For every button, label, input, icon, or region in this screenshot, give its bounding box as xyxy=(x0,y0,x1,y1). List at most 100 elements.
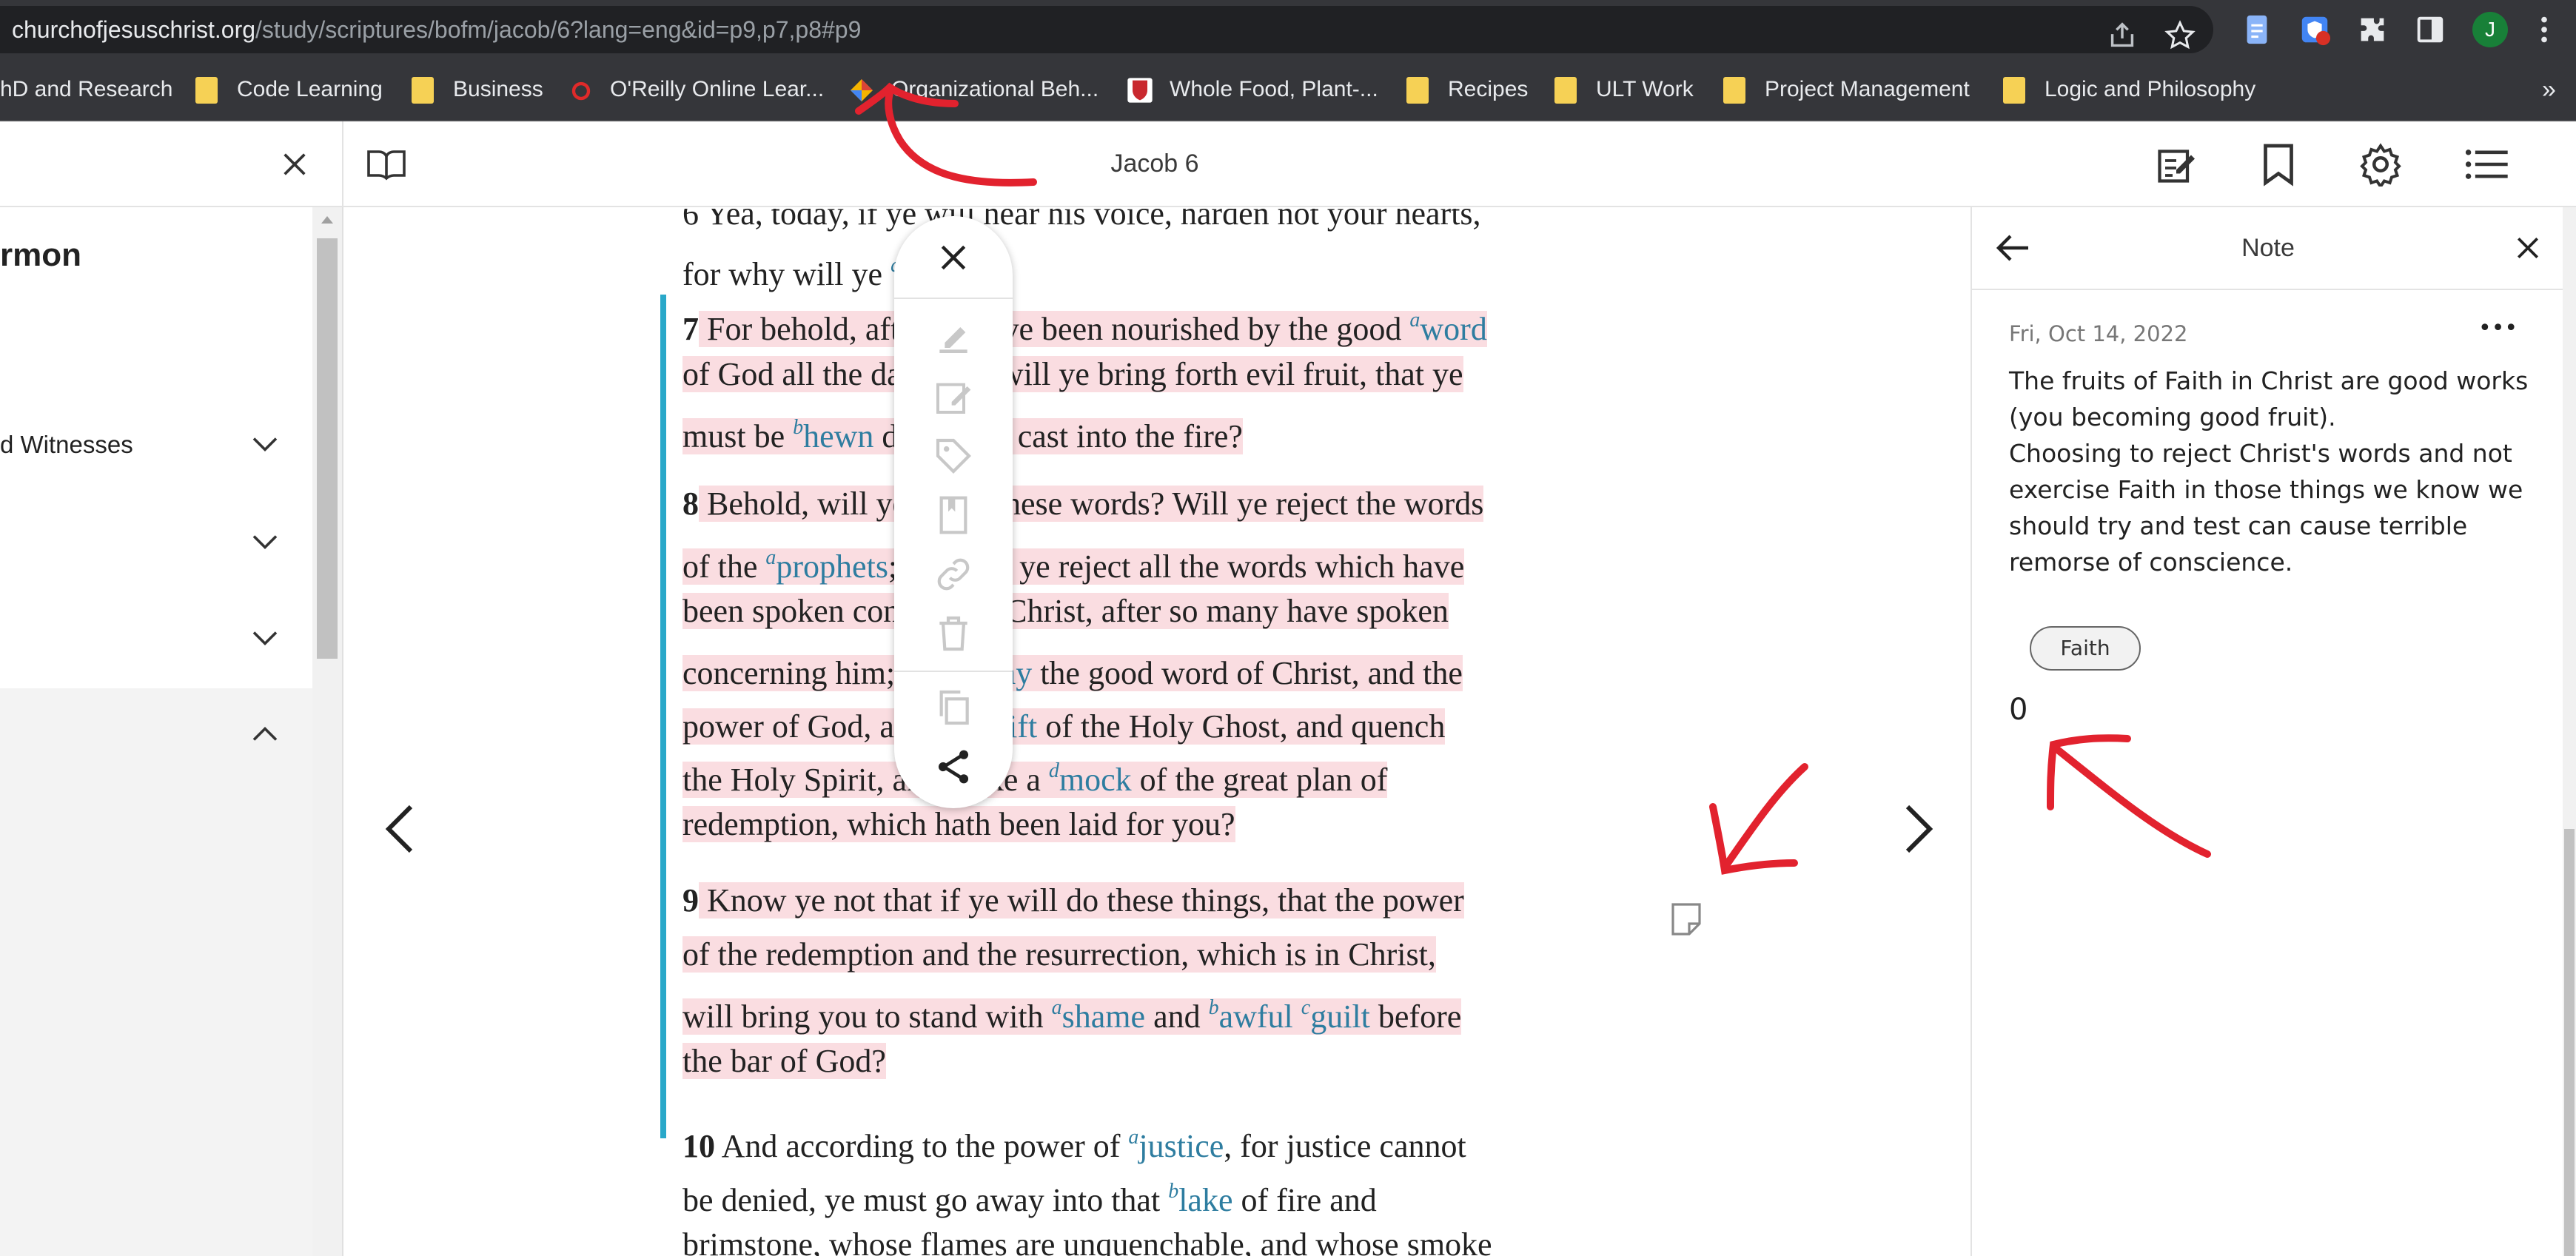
address-bar[interactable]: churchofjesuschrist.org/study/scriptures… xyxy=(0,6,2213,53)
bookmark-project-management[interactable]: Project Management xyxy=(1765,59,1970,120)
verse-number: 7 xyxy=(682,311,699,347)
note-line: exercise Faith in those things we know w… xyxy=(2009,475,2523,504)
bookmark-organizational-behavior[interactable]: Organizational Beh... xyxy=(891,59,1099,120)
footnote-link[interactable]: mock xyxy=(1059,762,1132,798)
shield-extension-icon[interactable] xyxy=(2298,13,2332,47)
note-line: remorse of conscience. xyxy=(2009,548,2293,577)
side-panel-icon[interactable] xyxy=(2413,13,2447,47)
right-scroll-thumb[interactable] xyxy=(2564,829,2575,1256)
list-icon[interactable] xyxy=(2465,147,2509,182)
chevron-down-icon[interactable] xyxy=(252,533,278,551)
verse-9-line-1[interactable]: 9 Know ye not that if ye will do these t… xyxy=(682,873,1464,927)
scroll-thumb[interactable] xyxy=(317,238,338,659)
share-icon[interactable] xyxy=(2105,19,2139,53)
url-text[interactable]: churchofjesuschrist.org/study/scriptures… xyxy=(12,6,861,53)
verse-8-line-3[interactable]: been spoken concerning Christ, after so … xyxy=(682,584,1449,638)
bookmarks-bar: hD and Research Code Learning Business O… xyxy=(0,59,2576,121)
annotation-mark-bar xyxy=(660,295,666,1138)
notebook-icon[interactable] xyxy=(933,494,974,536)
bookmark-business[interactable]: Business xyxy=(453,59,543,120)
note-line: The fruits of Faith in Christ are good w… xyxy=(2009,366,2529,395)
close-icon[interactable] xyxy=(2514,234,2542,262)
verse-line-partial: 6 Yea, today, if ye will hear his voice,… xyxy=(682,207,1481,232)
bookmark-label: Project Management xyxy=(1765,77,1970,101)
bookmark-label: hD and Research xyxy=(0,77,173,101)
annotation-toolbar xyxy=(894,216,1013,808)
verse-9-line-4[interactable]: the bar of God? xyxy=(682,1034,886,1088)
share-icon[interactable] xyxy=(933,746,974,787)
browser-menu-icon[interactable] xyxy=(2527,13,2561,47)
previous-chapter-arrow-icon[interactable] xyxy=(378,799,422,859)
page-title: Jacob 6 xyxy=(1110,150,1199,178)
bookmark-logic-philosophy[interactable]: Logic and Philosophy xyxy=(2045,59,2255,120)
left-navigation-panel: rmon d Witnesses xyxy=(0,207,312,1256)
footnote-link[interactable]: prophets xyxy=(776,548,888,585)
edit-note-icon[interactable] xyxy=(933,376,974,417)
verse-9-line-2[interactable]: of the redemption and the resurrection, … xyxy=(682,927,1436,981)
highlighter-icon[interactable] xyxy=(933,317,974,358)
bookmark-label: ULT Work xyxy=(1596,77,1694,101)
profile-avatar[interactable]: J xyxy=(2472,12,2508,47)
bookmark-whole-food[interactable]: Whole Food, Plant-... xyxy=(1170,59,1378,120)
chevron-up-icon[interactable] xyxy=(252,725,278,743)
verse-7-line-2[interactable]: of God all the day long, will ye bring f… xyxy=(682,347,1463,401)
url-host: churchofjesuschrist.org xyxy=(12,16,256,43)
copy-icon[interactable] xyxy=(933,687,974,728)
scroll-up-arrow-icon[interactable] xyxy=(320,215,335,225)
bookmark-oreilly[interactable]: O'Reilly Online Lear... xyxy=(610,59,824,120)
verse-number: 9 xyxy=(682,882,699,919)
bookmark-recipes[interactable]: Recipes xyxy=(1448,59,1528,120)
note-line: should try and test can cause terrible xyxy=(2009,511,2468,540)
footnote-link[interactable]: word xyxy=(1420,311,1486,347)
bookmark-ult-work[interactable]: ULT Work xyxy=(1596,59,1694,120)
tag-icon[interactable] xyxy=(933,435,974,477)
note-line: (you becoming good fruit). xyxy=(2009,403,2336,431)
scripture-reader: 6 Yea, today, if ye will hear his voice,… xyxy=(343,207,1969,1256)
bookmark-phd-research[interactable]: hD and Research xyxy=(0,59,172,120)
browser-toolbar: churchofjesuschrist.org/study/scriptures… xyxy=(0,0,2576,59)
notes-edit-icon[interactable] xyxy=(2154,142,2198,187)
left-scrollbar[interactable] xyxy=(312,207,343,1256)
tag-chip-faith[interactable]: Faith xyxy=(2030,626,2141,671)
chevron-down-icon[interactable] xyxy=(252,629,278,647)
bookmark-label: Recipes xyxy=(1448,77,1529,101)
verse-10-line-3[interactable]: brimstone, whose flames are unquenchable… xyxy=(682,1218,1492,1256)
note-date: Fri, Oct 14, 2022 xyxy=(2009,321,2188,346)
close-icon[interactable] xyxy=(937,241,970,274)
bookmark-code-learning[interactable]: Code Learning xyxy=(237,59,383,120)
note-count: 0 xyxy=(2009,693,2028,727)
nav-item-witnesses[interactable]: d Witnesses xyxy=(0,431,133,459)
folder-icon xyxy=(1554,77,1577,104)
note-marker-icon[interactable] xyxy=(1668,900,1704,938)
footnote-link[interactable]: guilt xyxy=(1310,998,1370,1035)
bookmarks-overflow-button[interactable]: » xyxy=(2542,59,2556,120)
verse-number: 8 xyxy=(682,486,699,522)
next-chapter-arrow-icon[interactable] xyxy=(1896,799,1941,859)
whole-food-shield-icon xyxy=(1127,78,1153,103)
footnote-link[interactable]: justice xyxy=(1138,1128,1224,1164)
footnote-link[interactable]: hewn xyxy=(803,418,873,454)
link-icon[interactable] xyxy=(933,554,974,595)
note-body[interactable]: The fruits of Faith in Christ are good w… xyxy=(2009,363,2542,580)
bookmark-label: O'Reilly Online Lear... xyxy=(610,77,825,101)
footnote-link[interactable]: lake xyxy=(1178,1182,1232,1218)
star-icon[interactable] xyxy=(2163,19,2197,53)
footnote-link[interactable]: awful xyxy=(1219,998,1293,1035)
folder-icon xyxy=(195,77,218,104)
url-path: /study/scriptures/bofm/jacob/6?lang=eng&… xyxy=(255,16,862,43)
bookmark-label: Code Learning xyxy=(237,77,383,101)
settings-gear-icon[interactable] xyxy=(2358,142,2403,187)
library-book-icon[interactable] xyxy=(366,145,407,182)
verse-8-line-1[interactable]: 8 Behold, will ye reject these words? Wi… xyxy=(682,477,1484,531)
puzzle-extensions-icon[interactable] xyxy=(2355,13,2389,47)
trash-icon[interactable] xyxy=(933,613,974,654)
more-options-button[interactable]: ••• xyxy=(2478,315,2518,341)
docs-extension-icon[interactable] xyxy=(2240,13,2274,47)
note-line: Choosing to reject Christ's words and no… xyxy=(2009,439,2512,468)
close-icon[interactable] xyxy=(280,150,309,179)
note-panel: Note Fri, Oct 14, 2022 ••• The fruits of… xyxy=(1970,207,2564,1256)
bookmark-label: Logic and Philosophy xyxy=(2045,77,2256,101)
chevron-down-icon[interactable] xyxy=(252,435,278,453)
bookmark-icon[interactable] xyxy=(2259,142,2298,187)
footnote-link[interactable]: shame xyxy=(1062,998,1145,1035)
